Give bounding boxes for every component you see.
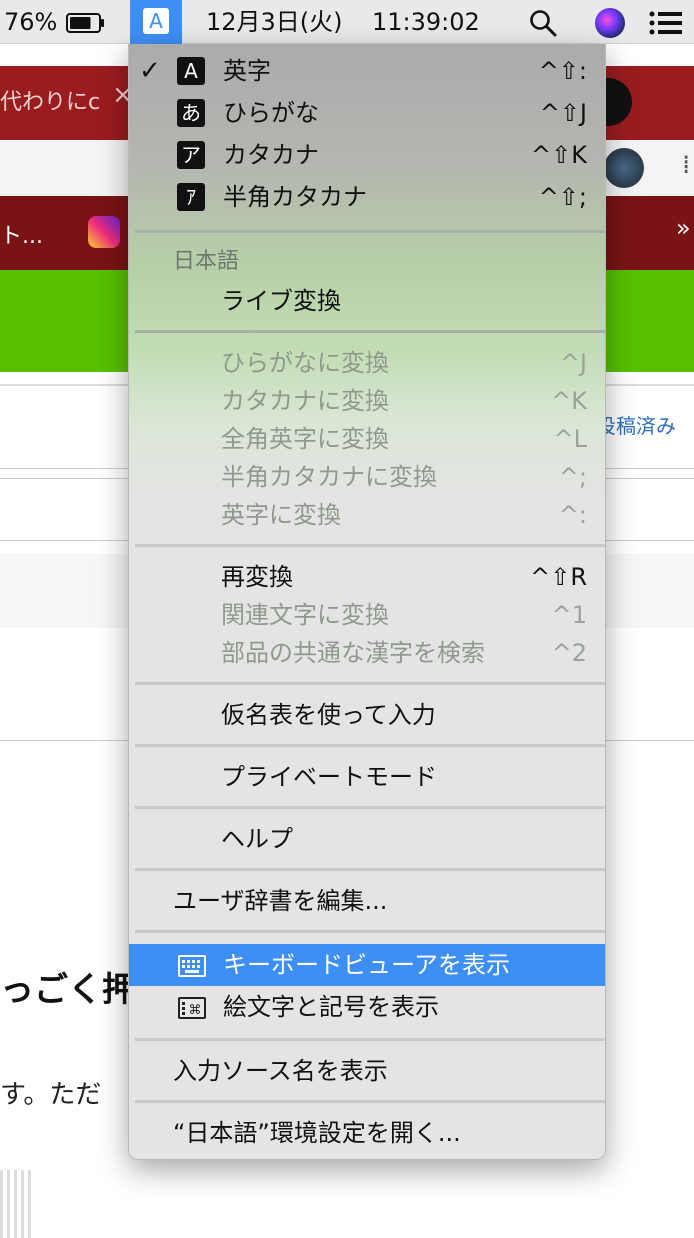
menu-item-label: プライベートモード xyxy=(221,763,437,791)
menu-item-label: 英字 xyxy=(223,57,271,85)
menu-item-shortcut: ^⇧J xyxy=(539,99,587,127)
menu-item-live-conversion[interactable]: ライブ変換 xyxy=(129,282,605,320)
menu-item-label: キーボードビューアを表示 xyxy=(223,951,511,979)
input-source-dropdown: ✓ A 英字 ^⇧: あ ひらがな ^⇧J ア カタカナ ^⇧K ｱ 半角カタカ… xyxy=(128,44,606,1160)
menu-item-label: 関連文字に変換 xyxy=(221,601,389,629)
menu-item-label: 全角英字に変換 xyxy=(221,425,389,453)
menu-item-shortcut: ^⇧K xyxy=(531,141,587,169)
katakana-mode-icon: ア xyxy=(177,141,205,169)
thumbnail-image xyxy=(0,1170,34,1238)
menu-item-label: ユーザ辞書を編集... xyxy=(173,887,388,915)
menu-item-show-input-source-name[interactable]: 入力ソース名を表示 xyxy=(129,1052,605,1090)
menu-item-label: 英字に変換 xyxy=(221,501,341,529)
menu-item-label: 絵文字と記号を表示 xyxy=(223,993,439,1021)
control-center-icon[interactable] xyxy=(648,10,684,36)
menu-item-open-preferences[interactable]: “日本語”環境設定を開く... xyxy=(129,1114,605,1152)
menu-item-label: 半角カタカナ xyxy=(223,183,367,211)
menu-item-keyboard-viewer[interactable]: キーボードビューアを表示 xyxy=(129,944,605,986)
menu-separator xyxy=(135,230,605,233)
instagram-icon[interactable] xyxy=(88,216,120,248)
menu-item-convert-hankaku-katakana: 半角カタカナに変換 ^; xyxy=(129,458,605,496)
article-body: す。ただ xyxy=(0,1080,102,1110)
menu-separator xyxy=(135,930,605,933)
menu-item-label: カタカナに変換 xyxy=(221,387,389,415)
menu-item-label: 半角カタカナに変換 xyxy=(221,463,437,491)
clock-date[interactable]: 12月3日(火) xyxy=(206,0,343,44)
menu-separator xyxy=(135,682,605,685)
more-icon[interactable]: ⁞ xyxy=(682,150,690,180)
menu-separator xyxy=(135,1038,605,1041)
menu-item-label: カタカナ xyxy=(223,141,319,169)
battery-percent[interactable]: 76% xyxy=(4,0,57,44)
menu-item-edit-dictionary[interactable]: ユーザ辞書を編集... xyxy=(129,882,605,920)
bookmark-text[interactable]: ト... xyxy=(0,218,43,250)
menu-item-search-kanji: 部品の共通な漢字を検索 ^2 xyxy=(129,634,605,672)
menu-item-shortcut: ^⇧R xyxy=(530,563,587,591)
menu-item-kana-table[interactable]: 仮名表を使って入力 xyxy=(129,696,605,734)
emoji-viewer-icon: ⌘ xyxy=(177,994,207,1020)
menu-separator xyxy=(135,806,605,809)
menu-item-label: ライブ変換 xyxy=(221,287,341,315)
keyboard-icon xyxy=(177,950,207,977)
more-bookmarks-icon[interactable]: » xyxy=(676,214,691,242)
clock-time[interactable]: 11:39:02 xyxy=(372,0,480,44)
search-icon[interactable] xyxy=(528,8,558,38)
menu-item-shortcut: ^: xyxy=(558,501,587,529)
menu-item-convert-eiji: 英字に変換 ^: xyxy=(129,496,605,534)
input-source-icon: A xyxy=(143,8,169,34)
menu-item-help[interactable]: ヘルプ xyxy=(129,820,605,858)
menu-separator xyxy=(135,544,605,547)
menu-item-shortcut: ^⇧; xyxy=(538,183,587,211)
menu-item-label: ひらがなに変換 xyxy=(221,349,389,377)
menu-item-shortcut: ^J xyxy=(559,349,587,377)
menu-item-convert-hiragana: ひらがなに変換 ^J xyxy=(129,344,605,382)
siri-icon[interactable] xyxy=(595,8,625,38)
menu-separator xyxy=(135,330,605,333)
menu-item-shortcut: ^⇧: xyxy=(538,57,587,85)
menu-item-label: 入力ソース名を表示 xyxy=(173,1057,388,1085)
menu-separator xyxy=(135,868,605,871)
menu-item-label: 再変換 xyxy=(221,563,293,591)
menu-item-eiji[interactable]: ✓ A 英字 ^⇧: xyxy=(129,52,605,90)
menu-item-private-mode[interactable]: プライベートモード xyxy=(129,758,605,796)
menu-item-related-chars: 関連文字に変換 ^1 xyxy=(129,596,605,634)
menu-item-convert-katakana: カタカナに変換 ^K xyxy=(129,382,605,420)
menu-item-shortcut: ^; xyxy=(558,463,587,491)
menu-item-katakana[interactable]: ア カタカナ ^⇧K xyxy=(129,136,605,174)
hankaku-katakana-mode-icon: ｱ xyxy=(177,183,205,211)
menu-item-label: 仮名表を使って入力 xyxy=(221,701,436,729)
menu-item-emoji-symbols[interactable]: ⌘ 絵文字と記号を表示 xyxy=(129,988,605,1026)
eiji-mode-icon: A xyxy=(177,57,205,85)
section-heading: 日本語 xyxy=(173,249,240,274)
menu-item-convert-zenkaku-eiji: 全角英字に変換 ^L xyxy=(129,420,605,458)
menu-item-shortcut: ^1 xyxy=(551,601,587,629)
menu-item-reconvert[interactable]: 再変換 ^⇧R xyxy=(129,558,605,596)
avatar[interactable] xyxy=(604,148,644,188)
menu-item-label: ヘルプ xyxy=(221,825,293,853)
input-source-menu[interactable]: A xyxy=(130,0,182,44)
posted-badge[interactable]: 投稿済み xyxy=(596,410,676,439)
menu-item-hiragana[interactable]: あ ひらがな ^⇧J xyxy=(129,94,605,132)
menu-item-label: “日本語”環境設定を開く... xyxy=(173,1119,461,1147)
menu-item-label: ひらがな xyxy=(223,99,319,127)
menu-separator xyxy=(135,744,605,747)
menu-item-shortcut: ^K xyxy=(551,387,587,415)
svg-text:⌘: ⌘ xyxy=(189,1003,202,1018)
menu-separator xyxy=(135,1100,605,1103)
article-heading: っごく押 xyxy=(0,970,136,1010)
menu-item-shortcut: ^L xyxy=(553,425,587,453)
menu-bar: 76% A 12月3日(火) 11:39:02 xyxy=(0,0,694,44)
menu-item-hankaku-katakana[interactable]: ｱ 半角カタカナ ^⇧; xyxy=(129,178,605,216)
tab-title: 代わりにc xyxy=(0,90,101,115)
battery-icon[interactable] xyxy=(66,11,106,33)
checkmark-icon: ✓ xyxy=(139,56,161,86)
menu-item-shortcut: ^2 xyxy=(551,639,587,667)
menu-item-label: 部品の共通な漢字を検索 xyxy=(221,639,485,667)
hiragana-mode-icon: あ xyxy=(177,99,205,127)
